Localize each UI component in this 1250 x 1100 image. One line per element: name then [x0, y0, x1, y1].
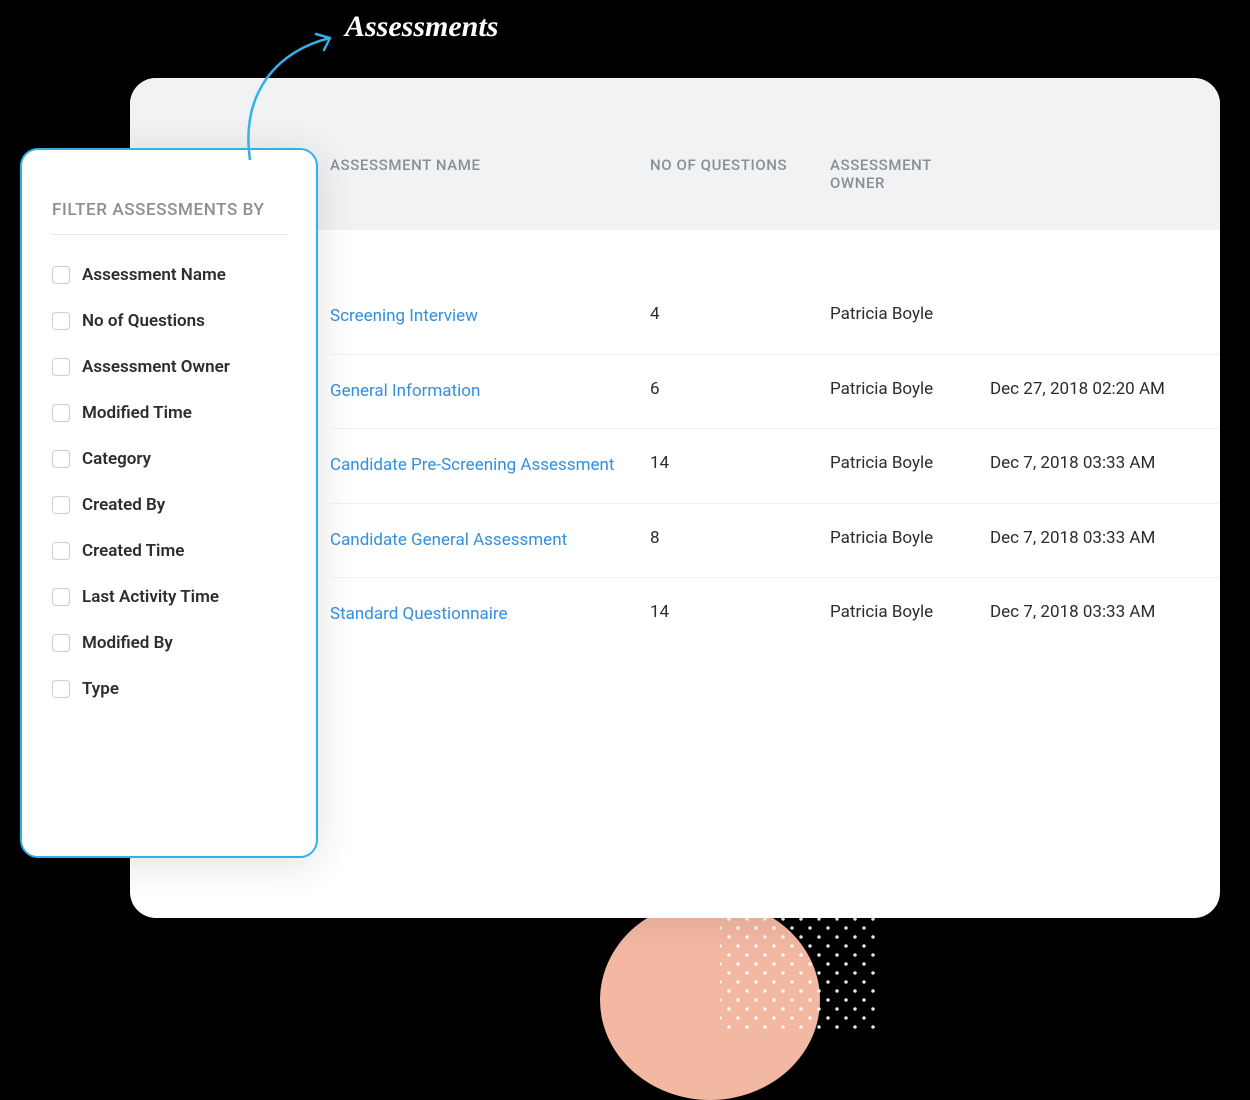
filter-item-no-of-questions[interactable]: No of Questions — [52, 311, 288, 331]
cell-time: Dec 7, 2018 03:33 AM — [990, 453, 1210, 473]
table-row: General Information 6 Patricia Boyle Dec… — [330, 355, 1220, 430]
filter-item-label: Modified Time — [82, 403, 192, 423]
filter-item-label: Created By — [82, 495, 165, 515]
filter-item-label: No of Questions — [82, 311, 205, 331]
filter-item-label: Assessment Owner — [82, 357, 230, 377]
cell-owner: Patricia Boyle — [830, 602, 990, 622]
cell-questions: 8 — [650, 528, 830, 548]
filter-checkbox[interactable] — [52, 542, 70, 560]
filter-checkbox[interactable] — [52, 450, 70, 468]
filter-item-created-by[interactable]: Created By — [52, 495, 288, 515]
assessment-link[interactable]: General Information — [330, 381, 480, 401]
filter-checkbox[interactable] — [52, 358, 70, 376]
filter-item-type[interactable]: Type — [52, 679, 288, 699]
assessment-link[interactable]: Candidate General Assessment — [330, 530, 567, 550]
table-row: Candidate Pre-Screening Assessment 14 Pa… — [330, 429, 1220, 504]
table-row: Standard Questionnaire 14 Patricia Boyle… — [330, 578, 1220, 652]
filter-item-modified-time[interactable]: Modified Time — [52, 403, 288, 423]
cell-owner: Patricia Boyle — [830, 528, 990, 548]
filter-item-modified-by[interactable]: Modified By — [52, 633, 288, 653]
filter-item-created-time[interactable]: Created Time — [52, 541, 288, 561]
filter-item-last-activity-time[interactable]: Last Activity Time — [52, 587, 288, 607]
filter-item-label: Created Time — [82, 541, 184, 561]
filter-item-label: Last Activity Time — [82, 587, 219, 607]
cell-questions: 14 — [650, 453, 830, 473]
table-row: Candidate General Assessment 8 Patricia … — [330, 504, 1220, 579]
filter-checkbox[interactable] — [52, 634, 70, 652]
filter-panel: FILTER ASSESSMENTS BY Assessment Name No… — [20, 148, 318, 858]
filter-item-assessment-name[interactable]: Assessment Name — [52, 265, 288, 285]
assessment-link[interactable]: Candidate Pre-Screening Assessment — [330, 455, 614, 475]
filter-item-assessment-owner[interactable]: Assessment Owner — [52, 357, 288, 377]
assessment-link[interactable]: Standard Questionnaire — [330, 604, 508, 624]
filter-checkbox[interactable] — [52, 404, 70, 422]
cell-questions: 4 — [650, 304, 830, 324]
assessment-link[interactable]: Screening Interview — [330, 306, 478, 326]
filter-checkbox[interactable] — [52, 266, 70, 284]
cell-owner: Patricia Boyle — [830, 453, 990, 473]
filter-item-label: Assessment Name — [82, 265, 226, 285]
cell-time: Dec 7, 2018 03:33 AM — [990, 528, 1210, 548]
cell-questions: 14 — [650, 602, 830, 622]
filter-item-label: Modified By — [82, 633, 173, 653]
filter-item-label: Category — [82, 449, 151, 469]
decorative-blob — [600, 900, 820, 1100]
filter-item-category[interactable]: Category — [52, 449, 288, 469]
col-header-questions[interactable]: NO OF QUESTIONS — [650, 156, 830, 230]
filter-checkbox[interactable] — [52, 588, 70, 606]
col-header-owner[interactable]: ASSESSMENT OWNER — [830, 156, 990, 230]
annotation-arrow-icon — [220, 20, 350, 165]
cell-time: Dec 7, 2018 03:33 AM — [990, 602, 1210, 622]
filter-checkbox[interactable] — [52, 312, 70, 330]
annotation-label: Assessments — [345, 10, 498, 44]
table-row: Screening Interview 4 Patricia Boyle — [330, 280, 1220, 355]
filter-item-label: Type — [82, 679, 119, 699]
cell-owner: Patricia Boyle — [830, 304, 990, 324]
filter-panel-title: FILTER ASSESSMENTS BY — [52, 200, 288, 235]
col-header-name[interactable]: ASSESSMENT NAME — [330, 156, 650, 230]
cell-owner: Patricia Boyle — [830, 379, 990, 399]
cell-time: Dec 27, 2018 02:20 AM — [990, 379, 1210, 399]
filter-checkbox[interactable] — [52, 496, 70, 514]
filter-checkbox[interactable] — [52, 680, 70, 698]
cell-questions: 6 — [650, 379, 830, 399]
